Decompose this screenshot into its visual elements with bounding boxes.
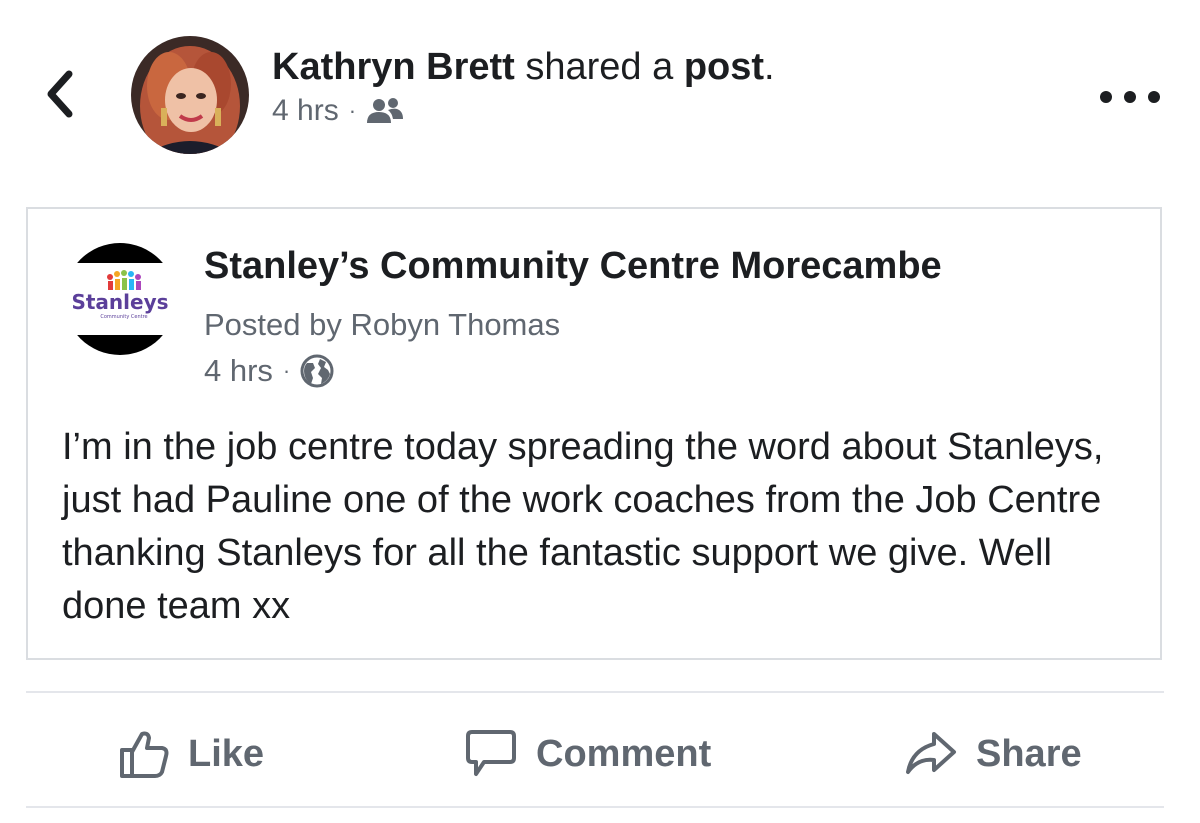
back-button[interactable]: [38, 66, 82, 122]
post-header-line: Kathryn Brett shared a post.: [272, 44, 775, 90]
post-meta: 4 hrs ·: [272, 94, 775, 128]
meta-separator: ·: [282, 358, 291, 383]
more-options-button[interactable]: [1100, 84, 1160, 110]
globe-icon: [300, 354, 334, 388]
dot-icon: [1100, 91, 1112, 103]
meta-separator: ·: [348, 98, 357, 123]
like-label: Like: [188, 732, 265, 775]
like-button[interactable]: Like: [118, 712, 264, 796]
post-header: Kathryn Brett shared a post. 4 hrs ·: [272, 44, 775, 128]
shared-post-meta: 4 hrs ·: [204, 353, 334, 389]
logo-wordmark: Stanleys: [71, 290, 168, 314]
action-bar: Like Comment Share: [26, 712, 1164, 796]
avatar[interactable]: [131, 36, 249, 154]
divider: [26, 806, 1164, 808]
action-text: shared a: [525, 46, 674, 88]
shared-post-card[interactable]: Stanleys Community Centre Stanley’s Comm…: [26, 207, 1162, 660]
share-button[interactable]: Share: [904, 712, 1082, 796]
comment-icon: [466, 730, 516, 776]
post-body: I’m in the job centre today spreading th…: [62, 426, 1104, 627]
share-label: Share: [976, 732, 1082, 775]
page-logo[interactable]: Stanleys Community Centre: [64, 243, 176, 355]
shared-post-timestamp[interactable]: 4 hrs: [204, 353, 273, 389]
comment-button[interactable]: Comment: [464, 712, 711, 796]
post-link[interactable]: post: [684, 46, 764, 88]
header-period: .: [764, 46, 775, 88]
thumbs-up-icon: [120, 731, 169, 778]
post-timestamp[interactable]: 4 hrs: [272, 94, 339, 128]
divider: [26, 691, 1164, 693]
friends-icon: [367, 98, 404, 123]
logo-subtext: Community Centre: [100, 314, 147, 320]
dot-icon: [1124, 91, 1136, 103]
author-name[interactable]: Kathryn Brett: [272, 46, 515, 88]
posted-by: Posted by Robyn Thomas: [204, 307, 561, 342]
share-arrow-icon: [906, 732, 956, 774]
comment-label: Comment: [536, 732, 712, 775]
dot-icon: [1148, 91, 1160, 103]
chevron-left-icon: [47, 70, 73, 118]
page-name[interactable]: Stanley’s Community Centre Morecambe: [204, 245, 942, 288]
